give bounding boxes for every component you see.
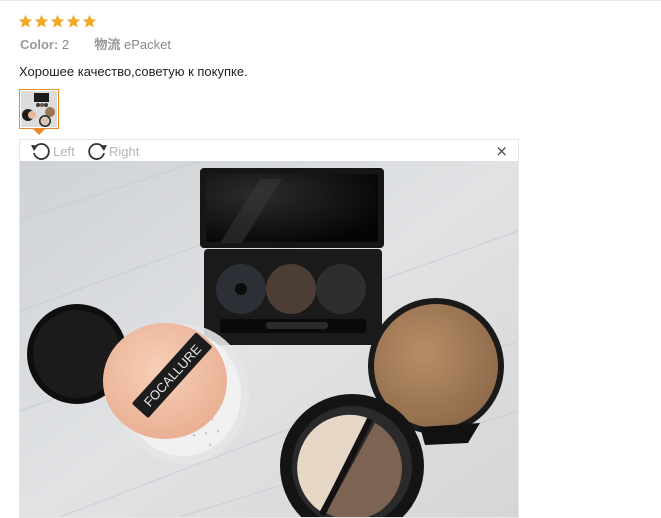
eyeshadow-palette: [200, 168, 384, 345]
star-icon: [66, 14, 81, 28]
close-icon[interactable]: ×: [495, 143, 508, 159]
rotate-right-button[interactable]: Right: [86, 141, 139, 161]
rotate-right-icon: [88, 143, 107, 160]
star-icon: [18, 14, 33, 28]
rotate-left-icon: [31, 143, 50, 160]
photo-viewer: Left Right × FOCALLURE: [19, 139, 519, 518]
review-meta: Color: 2 物流 ePacket: [20, 37, 171, 53]
review-photo: FOCALLURE: [20, 161, 518, 517]
star-icon: [34, 14, 49, 28]
rotate-right-label: Right: [109, 143, 140, 159]
shipping-value: ePacket: [124, 37, 172, 52]
star-icon: [82, 14, 97, 28]
rotate-left-label: Left: [53, 143, 75, 159]
star-icon: [50, 14, 65, 28]
thumbnail-active-indicator: [33, 129, 45, 135]
top-divider: [0, 0, 661, 1]
viewer-toolbar: Left Right ×: [20, 140, 518, 162]
rotate-left-button[interactable]: Left: [30, 141, 75, 161]
thumbnail-image: [21, 91, 57, 127]
color-value: 2: [61, 37, 70, 52]
color-label: Color:: [20, 37, 59, 52]
review-photo-thumbnail[interactable]: [19, 89, 59, 129]
star-rating: [18, 14, 97, 30]
product-photo-image: FOCALLURE: [20, 161, 518, 517]
shipping-label: 物流: [94, 37, 121, 52]
review-text: Хорошее качество,советую к покупке.: [19, 64, 248, 79]
